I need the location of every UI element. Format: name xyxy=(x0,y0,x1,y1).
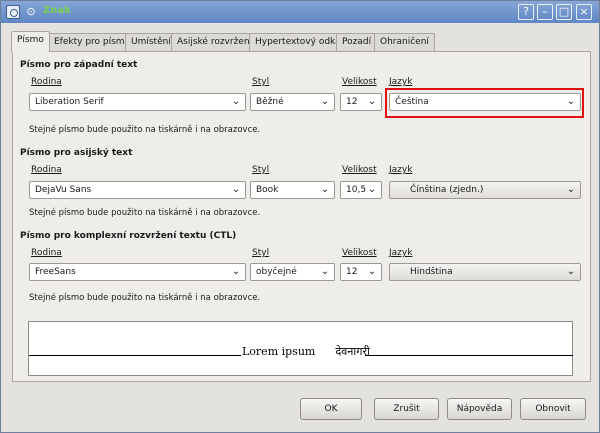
chevron-down-icon[interactable]: ⌄ xyxy=(367,185,377,195)
app-icon[interactable] xyxy=(6,5,20,19)
western-style-combo[interactable]: Běžné ⌄ xyxy=(250,93,335,111)
preview-latin-text: Lorem ipsum xyxy=(242,345,316,358)
cancel-button[interactable]: Zrušit xyxy=(374,398,439,420)
ok-button[interactable]: OK xyxy=(300,398,362,420)
ctl-family-combo[interactable]: FreeSans ⌄ xyxy=(29,263,246,281)
asian-style-label: Styl xyxy=(252,165,270,175)
asian-family-combo[interactable]: DejaVu Sans ⌄ xyxy=(29,181,246,199)
reset-button[interactable]: Obnovit xyxy=(520,398,586,420)
tab-position[interactable]: Umístění xyxy=(125,33,177,51)
ctl-language-label: Jazyk xyxy=(389,248,413,258)
preview-ctl-text: देवनागरी xyxy=(335,345,370,358)
ctl-style-value: obyčejné xyxy=(256,267,297,277)
western-family-combo[interactable]: Liberation Serif ⌄ xyxy=(29,93,246,111)
asian-info-text: Stejné písmo bude použito na tiskárně i … xyxy=(29,208,261,218)
help-window-button[interactable]: ? xyxy=(518,4,534,20)
tab-asian-layout[interactable]: Asijské rozvržení xyxy=(171,33,259,51)
western-style-label: Styl xyxy=(252,77,270,87)
ctl-language-combo[interactable]: Hindština ⌄ xyxy=(389,263,581,281)
western-language-label: Jazyk xyxy=(389,77,413,87)
asian-style-combo[interactable]: Book ⌄ xyxy=(250,181,335,199)
chevron-down-icon[interactable]: ⌄ xyxy=(231,267,241,277)
western-family-value: Liberation Serif xyxy=(35,97,104,107)
western-info-text: Stejné písmo bude použito na tiskárně i … xyxy=(29,125,261,135)
chevron-down-icon[interactable]: ⌄ xyxy=(320,267,330,277)
preview-baseline-left xyxy=(29,355,241,356)
dialog-window: ⊙ Znak ? – □ × Písmo Efekty pro písmo Um… xyxy=(0,0,600,433)
asian-family-label: Rodina xyxy=(31,165,62,175)
tab-borders[interactable]: Ohraničení xyxy=(374,33,435,51)
ctl-style-label: Styl xyxy=(252,248,270,258)
asian-language-value: Čínština (zjedn.) xyxy=(410,185,484,195)
chevron-down-icon[interactable]: ⌄ xyxy=(320,97,330,107)
close-button[interactable]: × xyxy=(576,4,592,20)
western-size-label: Velikost xyxy=(342,77,377,87)
window-title: Znak xyxy=(43,5,71,16)
western-style-value: Běžné xyxy=(256,97,284,107)
ctl-size-combo[interactable]: 12 ⌄ xyxy=(340,263,382,281)
western-family-label: Rodina xyxy=(31,77,62,87)
asian-family-value: DejaVu Sans xyxy=(35,185,92,195)
chevron-down-icon[interactable]: ⌄ xyxy=(566,267,576,277)
font-preview: Lorem ipsum देवनागरी xyxy=(28,321,573,376)
ctl-family-value: FreeSans xyxy=(35,267,76,277)
ctl-size-value: 12 xyxy=(346,267,358,277)
ctl-family-label: Rodina xyxy=(31,248,62,258)
asian-style-value: Book xyxy=(256,185,279,195)
asian-size-value: 10,5 xyxy=(346,185,367,195)
preview-text: Lorem ipsum देवनागरी xyxy=(242,344,370,359)
western-size-value: 12 xyxy=(346,97,358,107)
minimize-button[interactable]: – xyxy=(537,4,553,20)
preview-baseline-right xyxy=(365,355,573,356)
chevron-down-icon[interactable]: ⌄ xyxy=(231,97,241,107)
help-button[interactable]: Nápověda xyxy=(447,398,512,420)
chevron-down-icon[interactable]: ⌄ xyxy=(320,185,330,195)
asian-size-label: Velikost xyxy=(342,165,377,175)
title-bar[interactable]: ⊙ Znak ? – □ × xyxy=(1,1,599,23)
asian-section-title: Písmo pro asijský text xyxy=(20,148,133,158)
maximize-button[interactable]: □ xyxy=(556,4,572,20)
ctl-section-title: Písmo pro komplexní rozvržení textu (CTL… xyxy=(20,231,237,241)
asian-language-combo[interactable]: Čínština (zjedn.) ⌄ xyxy=(389,181,581,199)
language-highlight-box xyxy=(385,88,584,118)
tab-background[interactable]: Pozadí xyxy=(336,33,378,51)
ctl-info-text: Stejné písmo bude použito na tiskárně i … xyxy=(29,293,261,303)
tab-font-effects[interactable]: Efekty pro písmo xyxy=(48,33,137,51)
ctl-language-value: Hindština xyxy=(410,267,453,277)
chevron-down-icon[interactable]: ⌄ xyxy=(566,185,576,195)
chevron-down-icon[interactable]: ⌄ xyxy=(231,185,241,195)
tab-font[interactable]: Písmo xyxy=(11,31,50,52)
pin-icon[interactable]: ⊙ xyxy=(24,5,38,19)
asian-size-combo[interactable]: 10,5 ⌄ xyxy=(340,181,382,199)
ctl-size-label: Velikost xyxy=(342,248,377,258)
western-size-combo[interactable]: 12 ⌄ xyxy=(340,93,382,111)
western-section-title: Písmo pro západní text xyxy=(20,60,138,70)
chevron-down-icon[interactable]: ⌄ xyxy=(367,267,377,277)
chevron-down-icon[interactable]: ⌄ xyxy=(367,97,377,107)
ctl-style-combo[interactable]: obyčejné ⌄ xyxy=(250,263,335,281)
asian-language-label: Jazyk xyxy=(389,165,413,175)
